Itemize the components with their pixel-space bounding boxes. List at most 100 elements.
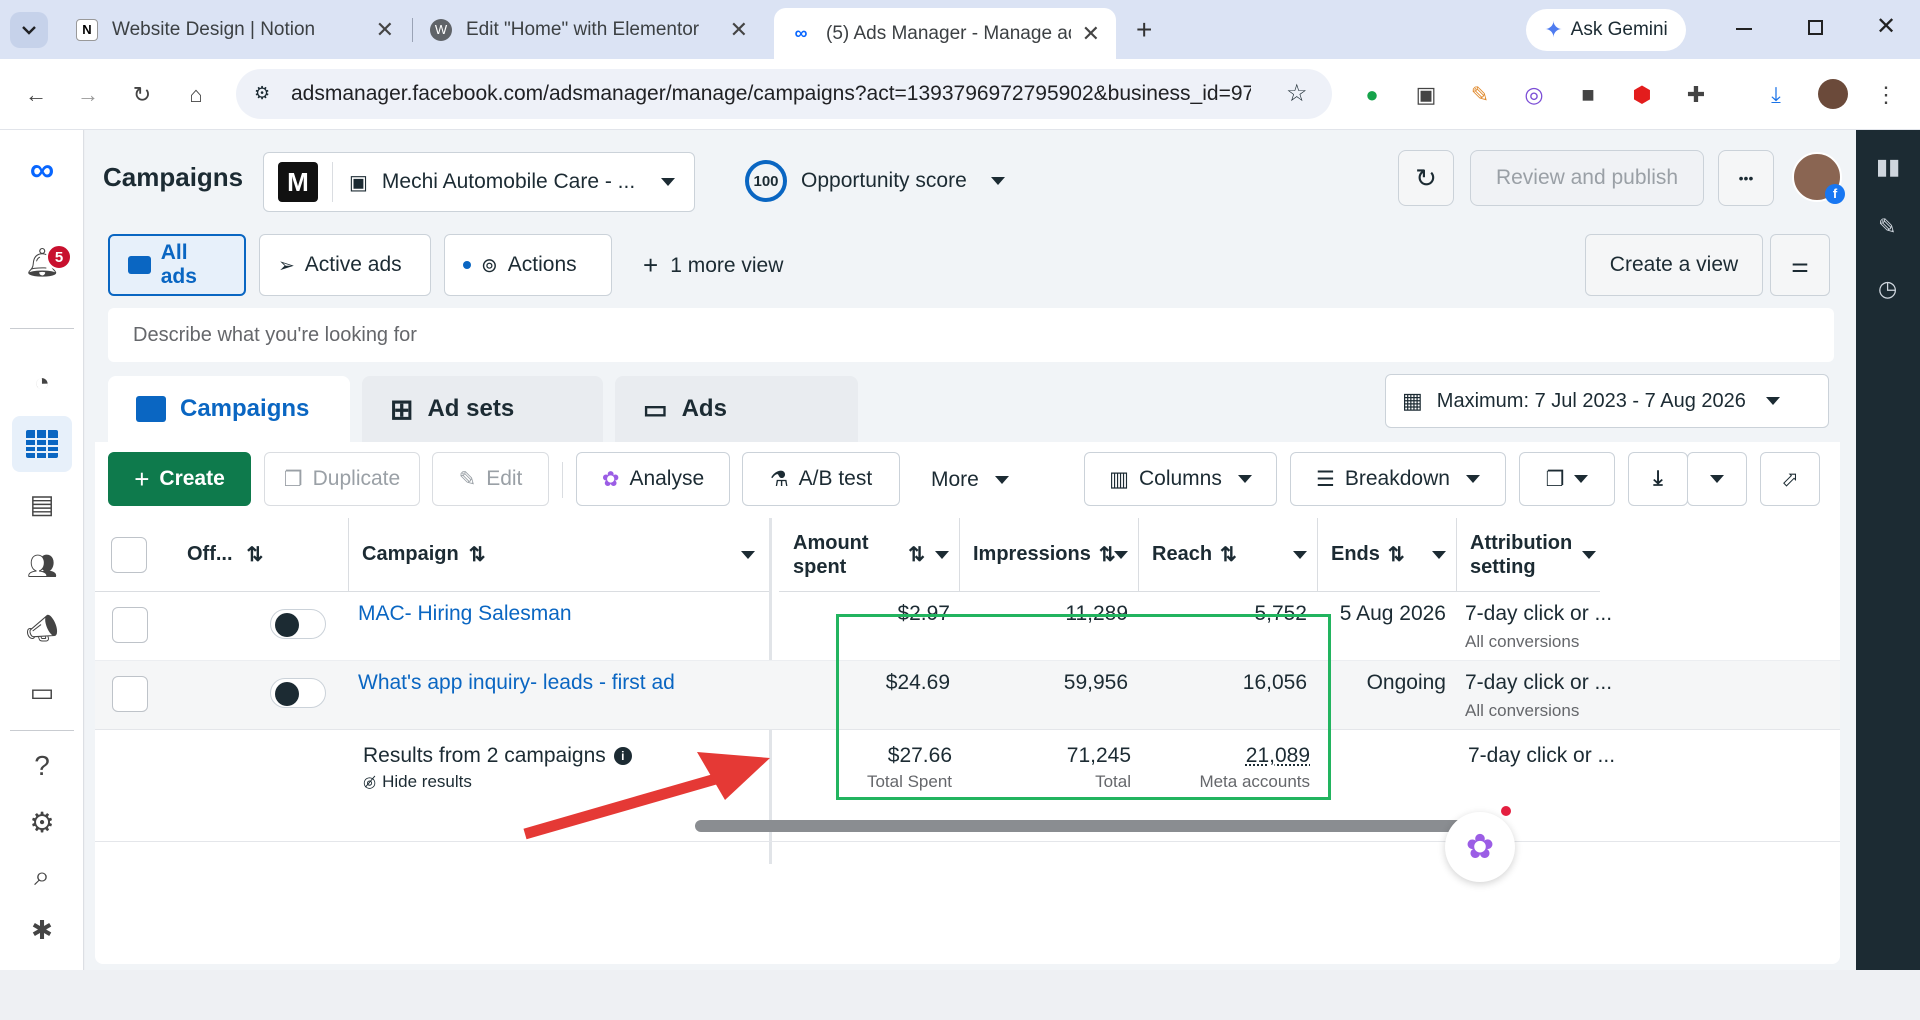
close-icon[interactable]: ✕ xyxy=(730,17,748,43)
site-info-icon[interactable]: ⚙ xyxy=(254,83,270,104)
tab-campaigns[interactable]: Campaigns xyxy=(108,376,350,442)
tab-ad-sets[interactable]: ⊞ Ad sets xyxy=(362,376,603,442)
close-icon[interactable]: ✕ xyxy=(376,17,394,43)
ai-assistant-button[interactable]: ✿ xyxy=(1445,812,1515,882)
more-views-button[interactable]: + 1 more view xyxy=(643,250,783,281)
caret-down-icon[interactable] xyxy=(741,550,755,559)
audiences-people-icon[interactable]: 👥︎ xyxy=(22,546,62,586)
duplicate-button[interactable]: ❐ Duplicate xyxy=(264,452,420,506)
download-icon[interactable]: ⤓ xyxy=(1762,81,1790,109)
caret-down-icon[interactable] xyxy=(1582,550,1596,559)
grammarly-icon[interactable]: ● xyxy=(1358,81,1386,109)
home-icon[interactable]: ⌂ xyxy=(182,81,210,109)
tab-ads[interactable]: ▭ Ads xyxy=(615,376,858,442)
campaign-name-link[interactable]: MAC- Hiring Salesman xyxy=(358,602,572,626)
reports-button[interactable]: ❐ xyxy=(1519,452,1615,506)
header-attribution[interactable]: Attribution setting xyxy=(1456,518,1600,592)
menu-icon[interactable]: ⋮ xyxy=(1872,81,1900,109)
history-clock-icon[interactable]: ◷ xyxy=(1878,276,1897,302)
search-input[interactable]: Describe what you're looking for xyxy=(108,308,1834,362)
color-picker-icon[interactable]: ✎ xyxy=(1466,81,1494,109)
row-checkbox[interactable] xyxy=(112,676,148,712)
date-range-picker[interactable]: ▦ Maximum: 7 Jul 2023 - 7 Aug 2026 xyxy=(1385,374,1829,428)
tab-notion[interactable]: N Website Design | Notion ✕ xyxy=(60,8,410,51)
caret-down-icon[interactable] xyxy=(1114,550,1128,559)
edit-button[interactable]: ✎ Edit xyxy=(432,452,549,506)
address-bar[interactable]: ⚙ adsmanager.facebook.com/adsmanager/man… xyxy=(236,69,1332,119)
tab-list-button[interactable] xyxy=(10,12,48,48)
sort-icon[interactable]: ⇅ xyxy=(469,542,486,567)
bookmark-star-icon[interactable]: ☆ xyxy=(1286,79,1308,108)
billing-card-icon[interactable]: ▭ xyxy=(22,672,62,712)
tab-title: Website Design | Notion xyxy=(112,18,316,40)
sort-icon[interactable]: ⇅ xyxy=(1220,542,1237,567)
extension-shield-icon[interactable]: ▣ xyxy=(1412,81,1440,109)
more-options-button[interactable]: ••• xyxy=(1718,150,1774,206)
campaign-toggle[interactable] xyxy=(270,678,326,708)
campaigns-table-nav[interactable] xyxy=(12,416,72,472)
ab-test-button[interactable]: ⚗ A/B test xyxy=(742,452,900,506)
restore-icon[interactable] xyxy=(1808,20,1823,35)
columns-button[interactable]: ▥ Columns xyxy=(1084,452,1277,506)
create-view-button[interactable]: Create a view xyxy=(1585,234,1763,296)
new-tab-button[interactable]: + xyxy=(1136,14,1152,46)
gemini-button[interactable]: ✦ Ask Gemini xyxy=(1526,9,1686,51)
header-amount-spent[interactable]: Amount spent ⇅ xyxy=(779,518,959,592)
adblock-icon[interactable]: ⬢ xyxy=(1628,81,1656,109)
header-impressions[interactable]: Impressions ⇅ xyxy=(959,518,1138,592)
view-all-ads[interactable]: All ads xyxy=(108,234,246,296)
extensions-puzzle-icon[interactable]: ✚ xyxy=(1682,81,1710,109)
sort-icon[interactable]: ⇅ xyxy=(908,542,925,567)
sort-icon[interactable]: ⇅ xyxy=(247,542,264,567)
sort-icon[interactable]: ⇅ xyxy=(1388,542,1405,567)
megaphone-ads-icon[interactable]: 📣︎ xyxy=(22,608,62,648)
pencil-icon[interactable]: ✎ xyxy=(1878,214,1896,240)
header-reach[interactable]: Reach ⇅ xyxy=(1138,518,1317,592)
view-active-ads[interactable]: ➢ Active ads xyxy=(259,234,431,296)
charts-toggle-button[interactable]: ⬀ xyxy=(1760,452,1820,506)
pages-icon[interactable]: ▤ xyxy=(22,484,62,524)
view-actions[interactable]: ⊚ Actions xyxy=(444,234,612,296)
tab-ads-manager[interactable]: ∞ (5) Ads Manager - Manage ads ✕ xyxy=(774,8,1116,59)
account-selector[interactable]: M ▣ Mechi Automobile Care - ... xyxy=(263,152,695,212)
campaign-toggle[interactable] xyxy=(270,609,326,639)
caret-down-icon[interactable] xyxy=(1432,550,1446,559)
dashboard-gauge-icon[interactable]: ◔ xyxy=(22,362,62,402)
review-publish-button[interactable]: Review and publish xyxy=(1470,150,1704,206)
reload-icon[interactable]: ↻ xyxy=(128,81,156,109)
caret-down-icon[interactable] xyxy=(935,550,949,559)
extension-cat-icon[interactable]: ■ xyxy=(1574,81,1602,109)
analyse-button[interactable]: ✿ Analyse xyxy=(576,452,730,506)
view-settings-button[interactable]: ⚌ xyxy=(1770,234,1830,296)
header-off[interactable]: Off... ⇅ xyxy=(173,518,348,592)
settings-gear-icon[interactable]: ⚙ xyxy=(22,802,62,842)
caret-down-icon[interactable] xyxy=(1293,550,1307,559)
opportunity-score[interactable]: 100 Opportunity score xyxy=(745,160,1005,202)
bug-report-icon[interactable]: ✱ xyxy=(22,910,62,950)
close-window-icon[interactable]: ✕ xyxy=(1876,12,1896,41)
broadcast-icon[interactable]: ◎ xyxy=(1520,81,1548,109)
back-icon[interactable]: ← xyxy=(22,81,50,109)
charts-icon[interactable]: ▮▮ xyxy=(1876,154,1900,180)
profile-avatar[interactable] xyxy=(1818,79,1848,109)
forward-icon[interactable]: → xyxy=(74,81,102,109)
meta-logo-icon[interactable]: ∞ xyxy=(22,150,62,190)
help-question-icon[interactable]: ? xyxy=(22,746,62,786)
create-button[interactable]: + Create xyxy=(108,452,251,506)
date-range-label: Maximum: 7 Jul 2023 - 7 Aug 2026 xyxy=(1436,389,1746,412)
export-options-button[interactable] xyxy=(1687,452,1747,506)
campaign-name-link[interactable]: What's app inquiry- leads - first ad xyxy=(358,671,675,695)
hide-results-button[interactable]: ◎̸ Hide results xyxy=(363,772,472,792)
tab-elementor[interactable]: W Edit "Home" with Elementor ✕ xyxy=(414,8,764,51)
header-campaign[interactable]: Campaign ⇅ xyxy=(348,518,769,592)
minimize-icon[interactable] xyxy=(1736,28,1752,30)
export-button[interactable]: ⤓ xyxy=(1628,452,1688,506)
header-ends[interactable]: Ends ⇅ xyxy=(1317,518,1456,592)
select-all-checkbox[interactable] xyxy=(111,536,147,573)
breakdown-button[interactable]: ☰ Breakdown xyxy=(1290,452,1506,506)
refresh-button[interactable]: ↻ xyxy=(1398,150,1454,206)
search-icon[interactable]: ⌕ xyxy=(22,856,62,896)
close-icon[interactable]: ✕ xyxy=(1082,21,1100,47)
row-checkbox[interactable] xyxy=(112,607,148,643)
more-toolbar-button[interactable]: More xyxy=(931,468,1009,492)
